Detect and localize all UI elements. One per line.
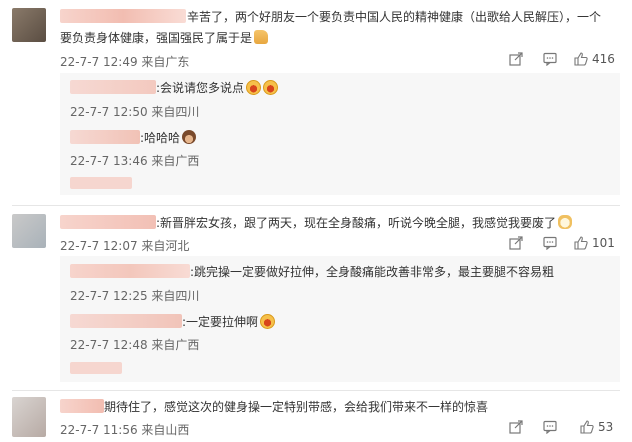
- comment-icon: [543, 420, 557, 434]
- like-count: 53: [598, 420, 614, 434]
- like-count: 416: [592, 52, 615, 66]
- thumbs-up-icon: [580, 420, 594, 434]
- more-replies-blurred[interactable]: [70, 177, 132, 189]
- reply-text: :一定要拉伸啊: [182, 314, 276, 330]
- avatar[interactable]: [12, 397, 46, 437]
- share-icon: [509, 52, 523, 66]
- share-button[interactable]: [509, 236, 523, 250]
- comment-button[interactable]: [543, 52, 557, 66]
- comment-text: 辛苦了，两个好朋友一个要负责中国人民的精神健康（出歌给人民解压），一个: [187, 10, 602, 24]
- like-button[interactable]: 101: [574, 236, 615, 250]
- divider: [12, 205, 620, 206]
- comment-meta: 22-7-7 12:49 来自广东: [60, 55, 190, 69]
- username-blurred[interactable]: [60, 215, 156, 229]
- avatar[interactable]: [12, 8, 46, 42]
- laughing-crying-emoji-icon: [246, 80, 262, 95]
- reply-username-blurred[interactable]: [70, 80, 156, 94]
- reply-username-blurred[interactable]: [70, 314, 182, 328]
- reply-text: :哈哈哈: [140, 130, 197, 146]
- laughing-crying-emoji-icon: [263, 80, 279, 95]
- like-button[interactable]: 416: [574, 52, 615, 66]
- comment-text: :新晋胖宏女孩，跟了两天，现在全身酸痛，听说今晚全腿，我感觉我要废了: [156, 215, 573, 231]
- like-button[interactable]: 53: [580, 420, 613, 434]
- thumbs-up-emoji-icon: [254, 30, 269, 44]
- comment-meta: 22-7-7 12:07 来自河北: [60, 239, 190, 253]
- share-icon: [509, 236, 523, 250]
- share-button[interactable]: [509, 420, 523, 434]
- comment-text-continued: 要负责身体健康，强国强民了属于是: [60, 30, 269, 46]
- thumbs-up-icon: [574, 236, 588, 250]
- thumbs-up-icon: [574, 52, 588, 66]
- more-replies-blurred[interactable]: [70, 362, 122, 374]
- comment-text: 期待住了，感觉这次的健身操一定特别带感，会给我们带来不一样的惊喜: [104, 400, 489, 414]
- comment-icon: [543, 52, 557, 66]
- reply-username-blurred[interactable]: [70, 130, 140, 144]
- divider: [12, 390, 620, 391]
- share-icon: [509, 420, 523, 434]
- avatar[interactable]: [12, 214, 46, 248]
- reply-text: :跳完操一定要做好拉伸，全身酸痛能改善非常多，最主要腿不容易粗: [190, 265, 555, 279]
- comment-meta: 22-7-7 11:56 来自山西: [60, 423, 190, 437]
- comment-button[interactable]: [543, 420, 557, 434]
- comment-button[interactable]: [543, 236, 557, 250]
- reply-username-blurred[interactable]: [70, 264, 190, 278]
- share-button[interactable]: [509, 52, 523, 66]
- reply-meta: 22-7-7 12:48 来自广西: [70, 338, 200, 352]
- username-blurred[interactable]: [60, 9, 186, 23]
- like-count: 101: [592, 236, 615, 250]
- monkey-emoji-icon: [182, 130, 197, 144]
- reply-meta: 22-7-7 13:46 来自广西: [70, 154, 200, 168]
- reply-meta: 22-7-7 12:50 来自四川: [70, 105, 200, 119]
- username-blurred[interactable]: [60, 399, 104, 413]
- cat-emoji-icon: [558, 215, 573, 229]
- reply-meta: 22-7-7 12:25 来自四川: [70, 289, 200, 303]
- laughing-crying-emoji-icon: [260, 314, 276, 329]
- comment-icon: [543, 236, 557, 250]
- reply-text: :会说请您多说点: [156, 80, 279, 96]
